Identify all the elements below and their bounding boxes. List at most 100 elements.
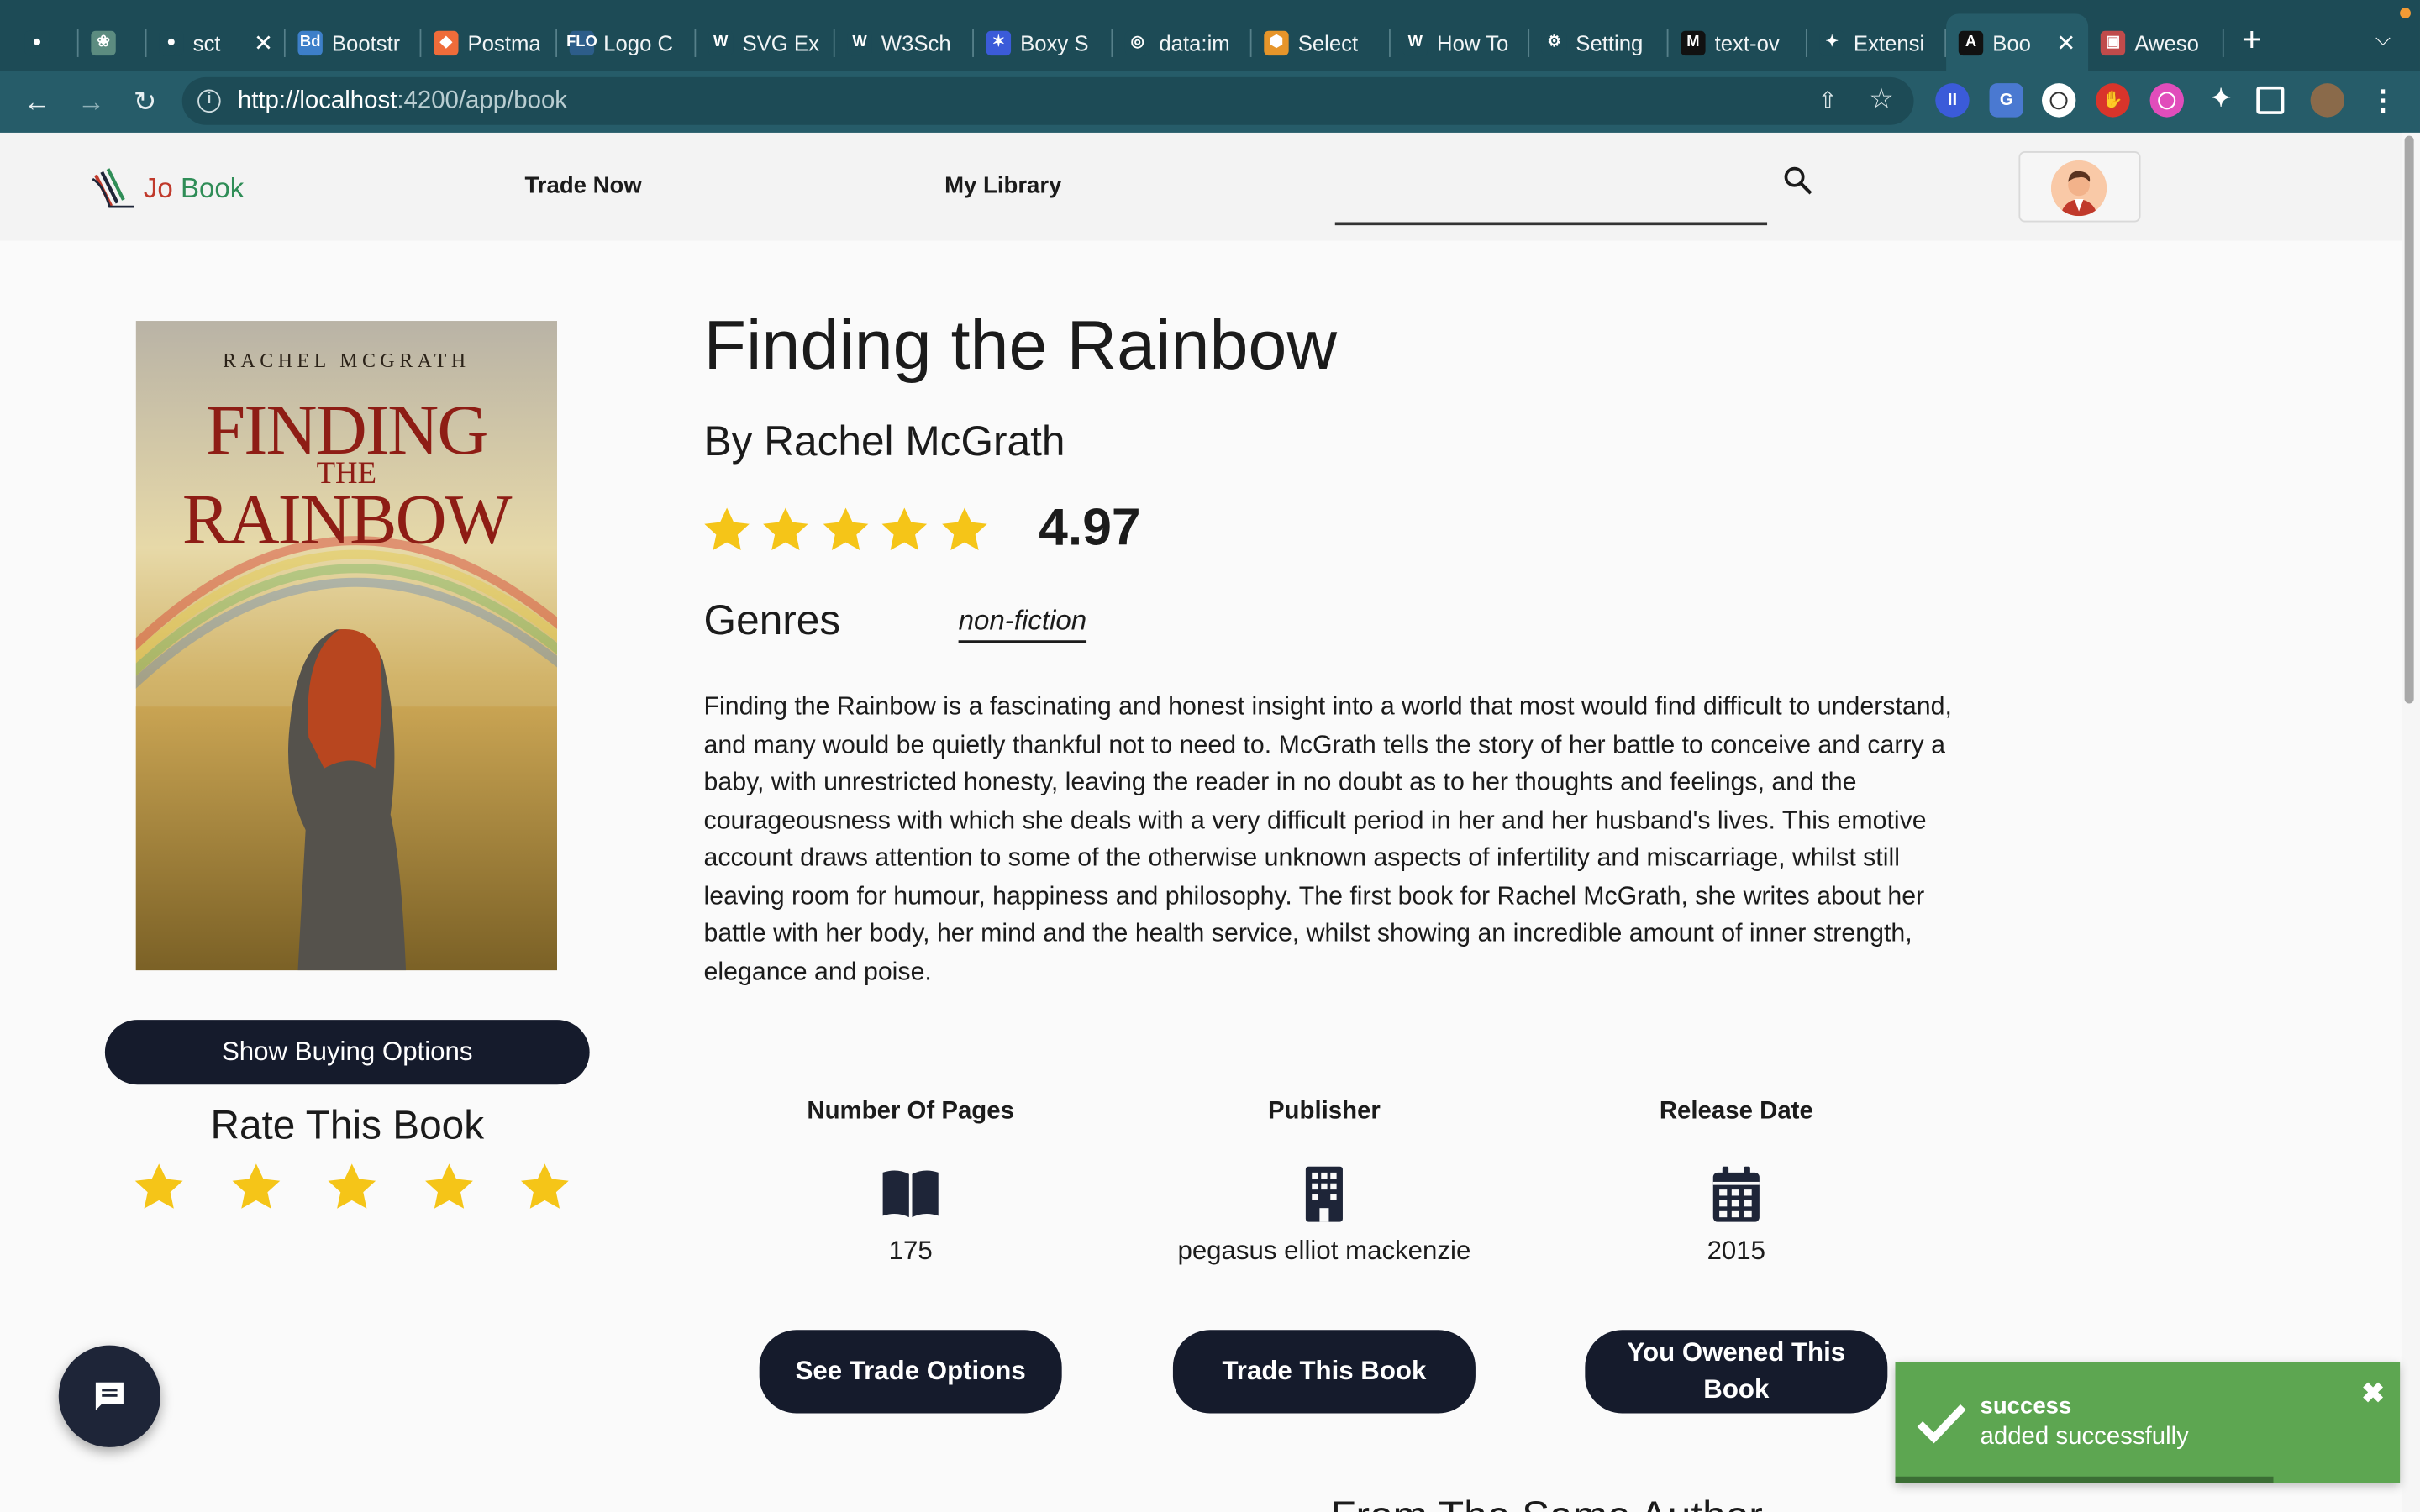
browser-tab[interactable]: ◎ data:im — [1113, 14, 1252, 71]
page-scrollbar[interactable] — [2401, 132, 2420, 1512]
browser-tab[interactable]: ✶ Boxy S — [974, 14, 1113, 71]
translate-extension-icon[interactable]: G — [1989, 83, 2023, 118]
trade-this-book-button[interactable]: Trade This Book — [1172, 1330, 1476, 1414]
nav-trade-now[interactable]: Trade Now — [524, 173, 641, 199]
search-input[interactable] — [1334, 163, 1768, 219]
browser-toolbar: ← → ↻ i http://localhost:4200/app/book ⇧… — [0, 71, 2420, 133]
stat-label-release: Release Date — [1659, 1098, 1813, 1125]
building-icon — [1305, 1166, 1343, 1222]
book-cover: RACHEL MCGRATH FINDING THE RAINBOW — [135, 321, 558, 971]
stat-label-pages: Number Of Pages — [807, 1098, 1014, 1125]
show-buying-options-button[interactable]: Show Buying Options — [104, 1020, 590, 1085]
user-avatar — [2051, 160, 2107, 217]
boxy-icon: ✶ — [986, 29, 1012, 55]
tab-close-icon[interactable]: ✕ — [2056, 29, 2075, 56]
rate-star-icon[interactable] — [324, 1160, 380, 1215]
extension-circle-icon[interactable]: ◯ — [2041, 83, 2076, 118]
genres-label: Genres — [703, 596, 841, 643]
rate-star-icon[interactable] — [131, 1160, 187, 1215]
forward-arrow-icon[interactable]: → — [72, 83, 109, 120]
site-favicon-icon: FLO — [566, 29, 597, 55]
rate-stars — [131, 1160, 613, 1215]
browser-tab[interactable]: ● sct ✕ — [146, 14, 286, 71]
browser-tab[interactable]: ✦ Extensi — [1807, 14, 1947, 71]
side-panel-icon[interactable] — [2256, 86, 2285, 114]
browser-tab[interactable]: W How To — [1391, 14, 1530, 71]
stat-value-release: 2015 — [1707, 1236, 1766, 1266]
bookmark-star-icon[interactable]: ☆ — [1869, 83, 1894, 116]
rating-star-icon — [823, 507, 868, 550]
browser-tab[interactable]: ⚙ Setting — [1529, 14, 1669, 71]
reload-icon[interactable]: ↻ — [127, 83, 164, 120]
url-text[interactable]: http://localhost:4200/app/book — [238, 88, 567, 116]
tab-title: text-ov — [1714, 29, 1780, 55]
browser-menu-icon[interactable]: ⋮ — [2366, 83, 2400, 117]
rate-star-icon[interactable] — [228, 1160, 283, 1215]
book-title: Finding the Rainbow — [703, 305, 1338, 385]
tab-title: Boo — [1992, 29, 2031, 55]
logo-text: Jo Book — [144, 172, 245, 205]
tab-title: Setting — [1576, 29, 1644, 55]
browser-tab[interactable]: ● — [13, 14, 79, 71]
extension-pause-icon[interactable]: II — [1935, 83, 1970, 118]
browser-tab[interactable]: Mtext-ov — [1669, 14, 1807, 71]
rate-star-icon[interactable] — [517, 1160, 572, 1215]
tab-close-icon[interactable]: ✕ — [254, 29, 273, 56]
search-underline — [1334, 222, 1768, 226]
stat-value-pages: 175 — [888, 1236, 933, 1266]
w3-icon: W — [708, 29, 734, 55]
browser-tab[interactable]: Bd Bootstr — [286, 14, 422, 71]
w3-icon: W — [847, 29, 872, 55]
browser-tab[interactable]: W W3Sch — [835, 14, 974, 71]
nav-my-library[interactable]: My Library — [944, 173, 1061, 199]
address-bar[interactable]: i http://localhost:4200/app/book ⇧ ☆ — [182, 76, 1914, 125]
openai-icon: ❀ — [91, 29, 116, 55]
owned-book-button[interactable]: You Owened This Book — [1585, 1330, 1888, 1414]
app-logo[interactable]: Jo Book — [88, 164, 245, 213]
browser-tab[interactable]: ▣ Aweso — [2088, 14, 2224, 71]
toast-title: success — [1980, 1393, 2072, 1420]
genre-tag[interactable]: non-fiction — [958, 605, 1087, 643]
new-tab-button[interactable]: + — [2232, 18, 2272, 61]
stat-label-publisher: Publisher — [1267, 1098, 1381, 1125]
toast-close-icon[interactable]: ✖ — [2361, 1378, 2385, 1410]
tab-title: SVG Ex — [742, 29, 819, 55]
tab-title: Postma — [467, 29, 541, 55]
tab-title: Bootstr — [331, 29, 401, 55]
browser-tab[interactable]: ❀ — [79, 14, 147, 71]
profile-avatar-icon[interactable] — [2310, 83, 2344, 118]
share-icon[interactable]: ⇧ — [1818, 87, 1838, 114]
more-from-author-heading: From The Same Author — [1330, 1494, 1763, 1512]
calendar-icon — [1712, 1166, 1760, 1222]
profile-button[interactable] — [2018, 150, 2141, 223]
rating-stars — [701, 505, 997, 557]
tab-title: sct — [192, 29, 221, 55]
chat-button[interactable] — [58, 1345, 161, 1447]
postman-icon: ◆ — [434, 29, 459, 55]
rating-star-icon — [704, 507, 750, 550]
browser-tab[interactable]: A Boo ✕ — [1946, 13, 2089, 71]
tab-search-chevron-icon[interactable]: ⌵ — [2366, 22, 2400, 55]
see-trade-options-button[interactable]: See Trade Options — [759, 1330, 1062, 1414]
browser-tab[interactable]: FLO Logo C — [557, 14, 697, 71]
shield-icon: ⬢ — [1264, 29, 1289, 55]
site-info-icon[interactable]: i — [197, 89, 221, 113]
stat-value-publisher: pegasus elliot mackenzie — [1177, 1236, 1471, 1266]
rate-this-book-title: Rate This Book — [210, 1101, 485, 1148]
color-picker-extension-icon[interactable]: ◯ — [2149, 83, 2184, 118]
rate-star-icon[interactable] — [421, 1160, 476, 1215]
app-header: Jo Book Trade Now My Library — [0, 132, 2420, 241]
adblock-icon[interactable]: ✋ — [2096, 83, 2130, 118]
browser-tab[interactable]: W SVG Ex — [696, 14, 835, 71]
scrollbar-thumb[interactable] — [2404, 135, 2414, 704]
search-icon[interactable] — [1781, 164, 1815, 197]
toast-message: added successfully — [1980, 1424, 2189, 1451]
browser-tab[interactable]: ⬢ Select — [1252, 14, 1391, 71]
browser-tab[interactable]: ◆ Postma — [421, 14, 558, 71]
avatar-illustration-icon — [2051, 160, 2107, 217]
extensions-puzzle-icon[interactable]: ✦ — [2204, 83, 2238, 117]
url-path: :4200/app/book — [397, 87, 567, 114]
checkmark-icon — [1917, 1404, 1966, 1444]
back-arrow-icon[interactable]: ← — [18, 83, 55, 120]
chat-icon — [95, 1382, 124, 1410]
